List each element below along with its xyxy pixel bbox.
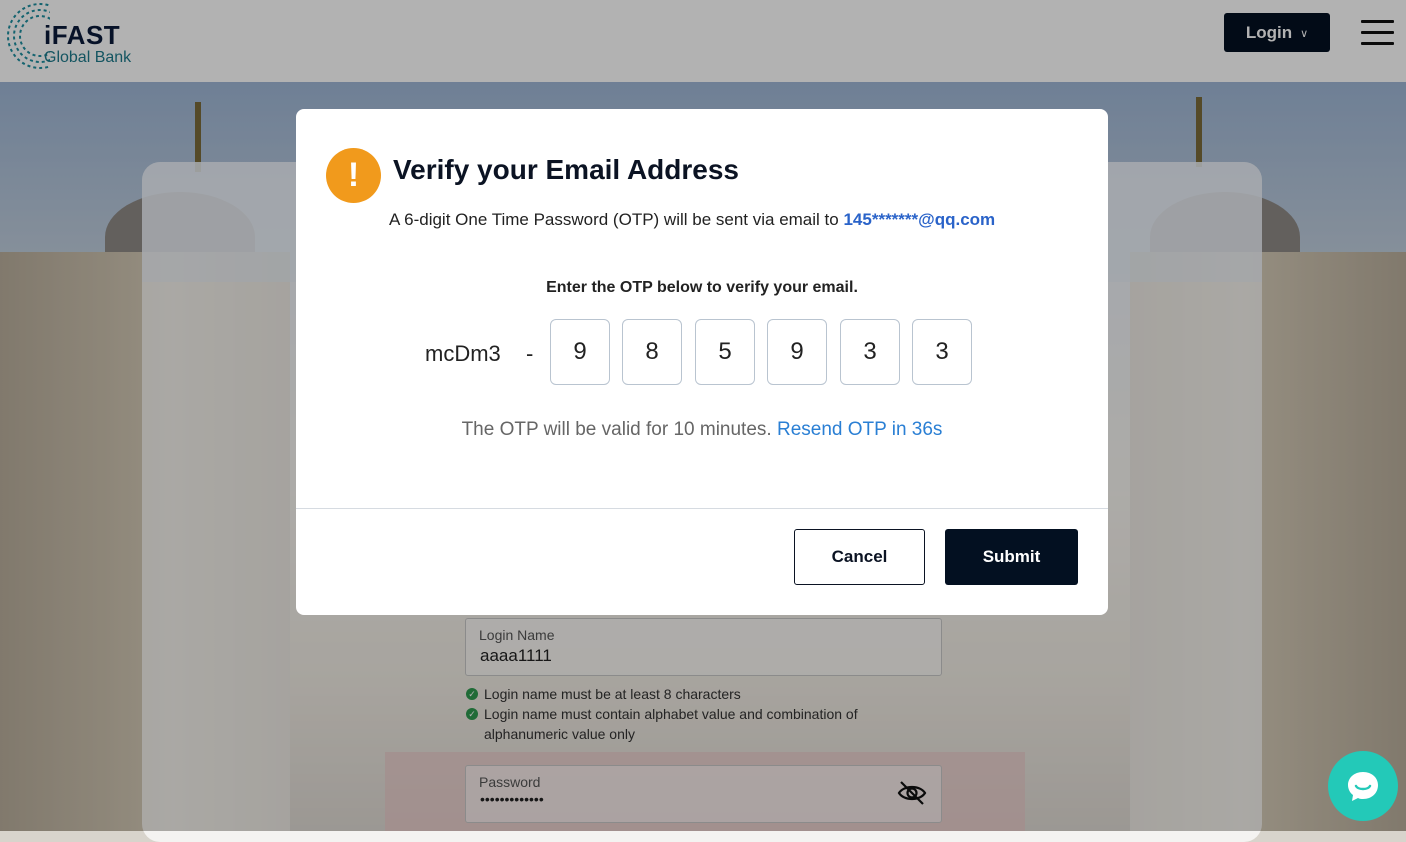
cancel-button[interactable]: Cancel [794, 529, 925, 585]
otp-digit-input[interactable]: 3 [912, 319, 972, 385]
verify-email-modal: ! Verify your Email Address A 6-digit On… [296, 109, 1108, 615]
otp-prefix-dash: - [526, 341, 534, 366]
modal-divider [296, 508, 1108, 509]
submit-button[interactable]: Submit [945, 529, 1078, 585]
otp-validity-text: The OTP will be valid for 10 minutes. Re… [461, 419, 943, 440]
otp-digit-input[interactable]: 3 [840, 319, 900, 385]
otp-digit-input[interactable]: 5 [695, 319, 755, 385]
otp-digit-input[interactable]: 9 [550, 319, 610, 385]
masked-email: 145*******@qq.com [843, 210, 996, 229]
otp-digit-input[interactable]: 9 [767, 319, 827, 385]
otp-digit-input[interactable]: 8 [622, 319, 682, 385]
resend-otp-link[interactable]: Resend OTP in 36s [777, 419, 942, 440]
modal-title: Verify your Email Address [393, 154, 739, 185]
chat-support-icon[interactable] [1328, 751, 1398, 821]
otp-sent-text: A 6-digit One Time Password (OTP) will b… [389, 210, 996, 229]
otp-prefix: mcDm3 [425, 341, 501, 366]
otp-instruction: Enter the OTP below to verify your email… [546, 279, 858, 296]
warning-icon: ! [326, 148, 381, 203]
